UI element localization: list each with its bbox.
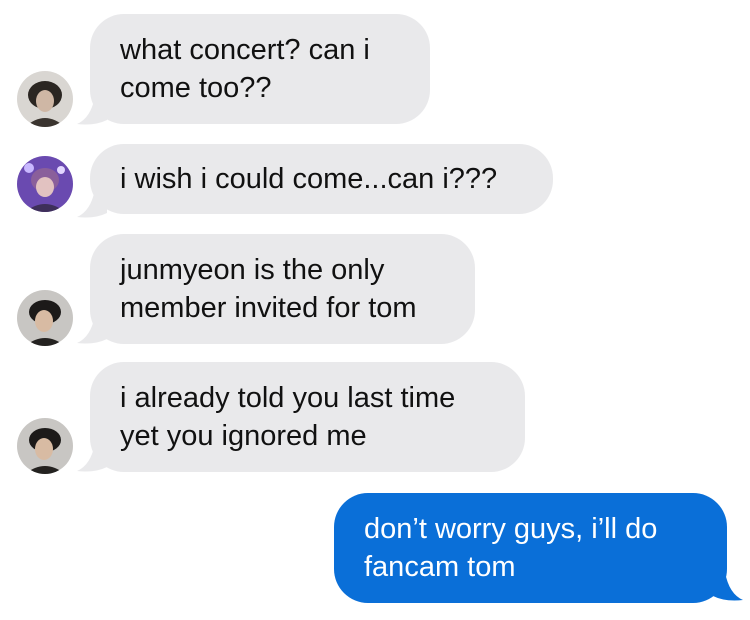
message-text: i wish i could come...can i??? (120, 163, 498, 195)
avatar[interactable] (17, 71, 73, 127)
avatar[interactable] (17, 156, 73, 212)
message-text: what concert? can i (120, 34, 370, 66)
avatar[interactable] (17, 418, 73, 474)
message-bubble[interactable]: junmyeon is the only member invited for … (90, 234, 475, 344)
message-text: don’t worry guys, i’ll do (364, 513, 658, 545)
message-text: fancam tom (364, 551, 516, 583)
message-text: i already told you last time (120, 382, 456, 414)
message-text: member invited for tom (120, 292, 417, 324)
message-bubble[interactable]: i wish i could come...can i??? (90, 144, 553, 214)
avatar[interactable] (17, 290, 73, 346)
message-text: junmyeon is the only (120, 254, 385, 286)
message-bubble[interactable]: i already told you last time yet you ign… (90, 362, 525, 472)
message-text: yet you ignored me (120, 420, 367, 452)
message-text: come too?? (120, 72, 272, 104)
message-bubble[interactable]: don’t worry guys, i’ll do fancam tom (334, 493, 727, 603)
message-bubble[interactable]: what concert? can i come too?? (90, 14, 430, 124)
